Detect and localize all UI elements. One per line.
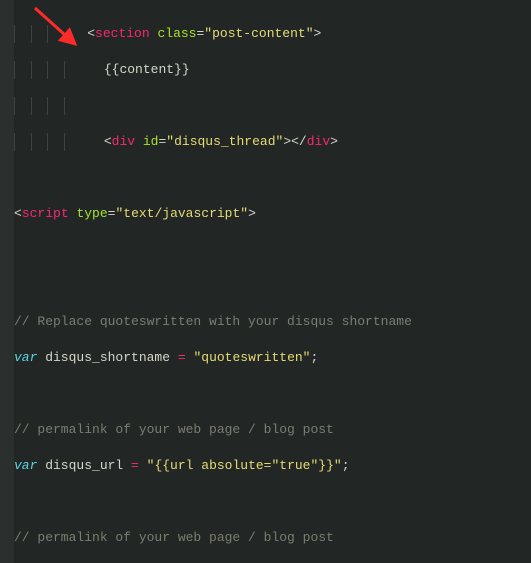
code-editor[interactable]: <section class="post-content"> {{content…: [0, 0, 531, 563]
editor-gutter: [0, 0, 14, 563]
code-content: <section class="post-content"> {{content…: [14, 7, 531, 563]
